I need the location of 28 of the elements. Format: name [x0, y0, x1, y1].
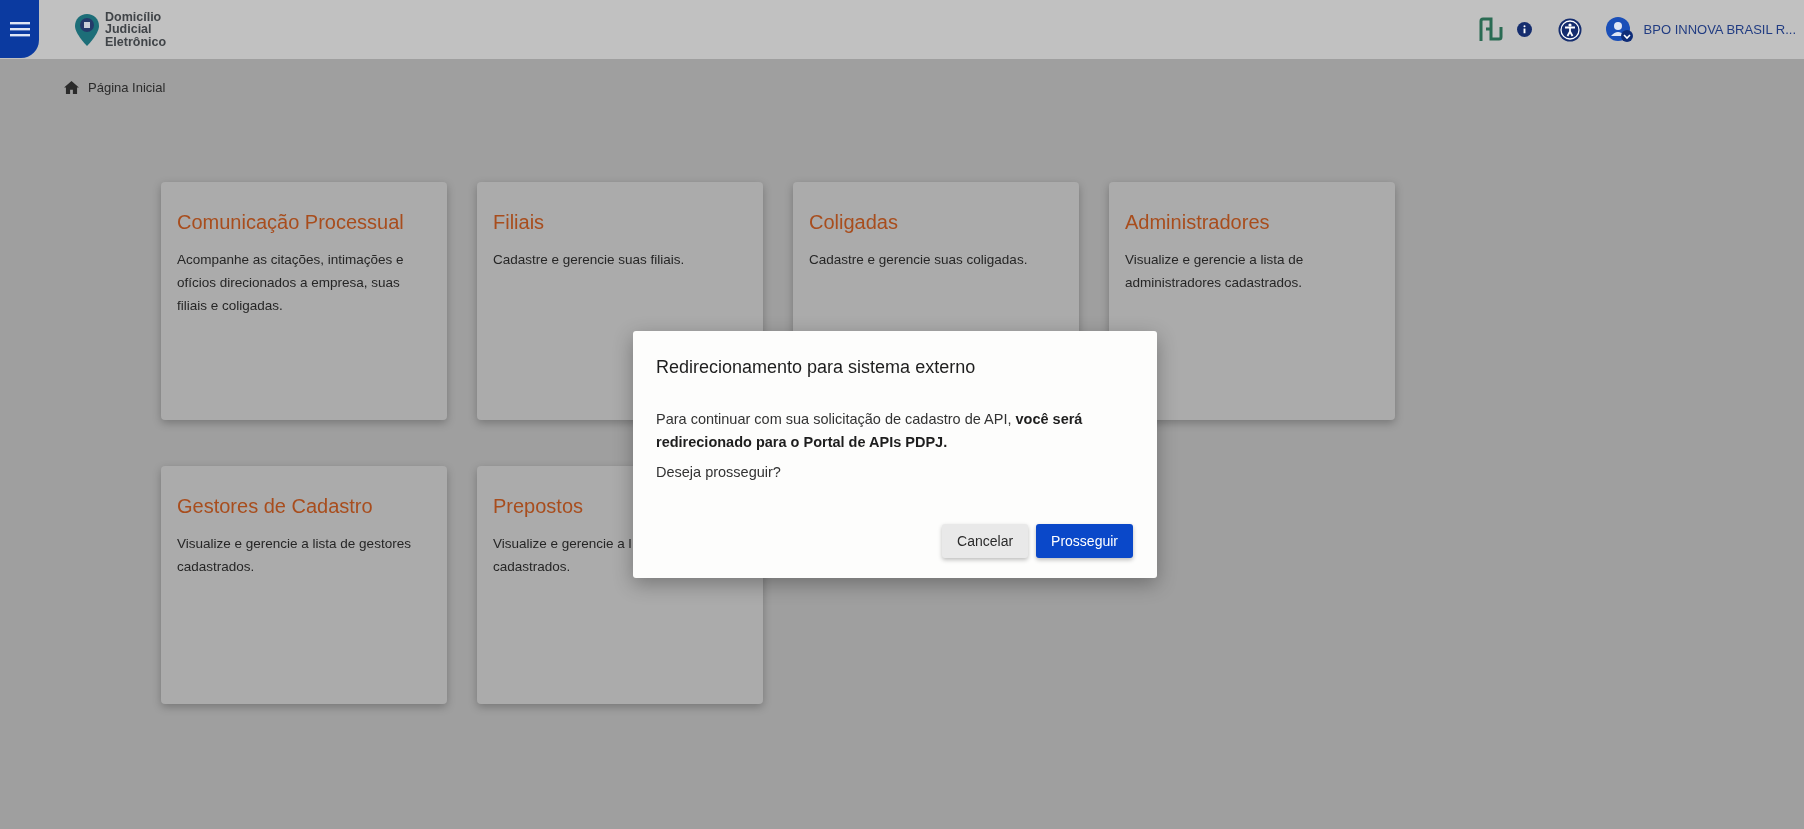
user-name[interactable]: BPO INNOVA BRASIL R...: [1643, 22, 1796, 37]
card-description: Cadastre e gerencie suas filiais.: [493, 251, 685, 269]
card-description: Cadastre e gerencie suas coligadas.: [809, 251, 1028, 269]
info-icon[interactable]: [1516, 22, 1532, 37]
menu-icon: [9, 21, 30, 37]
location-pin-icon: [75, 13, 99, 46]
menu-card[interactable]: Comunicação Processual Acompanhe as citações, intimações e ofícios direcionados a empresa, suas filiais e coligadas.: [161, 182, 447, 420]
card-description: Acompanhe as citações, intimações e ofícios direcionados a empresa, suas filiais e coligadas.: [177, 251, 405, 315]
card-description: Visualize e gerencie a lista de gestores cadastrados.: [177, 535, 412, 576]
logo-text: Domicílio Judicial Eletrônico: [105, 10, 167, 49]
menu-card[interactable]: Gestores de Cadastro Visualize e gerencie a lista de gestores cadastrados.: [161, 466, 447, 704]
card-description: Visualize e gerencie a l cadastrados.: [493, 535, 632, 576]
card-title: Coligadas: [809, 211, 898, 234]
menu-button[interactable]: [0, 0, 39, 58]
card-title: Administradores: [1125, 211, 1270, 234]
card-title: Comunicação Processual: [177, 211, 404, 234]
card-title: Gestores de Cadastro: [177, 495, 373, 518]
cancel-button[interactable]: Cancelar: [942, 524, 1029, 558]
card-title: Prepostos: [493, 495, 584, 518]
accessibility-icon[interactable]: [1557, 17, 1582, 42]
card-title: Filiais: [493, 211, 545, 234]
home-icon: [64, 80, 79, 94]
user-icon[interactable]: [1605, 16, 1634, 43]
proceed-button[interactable]: Prosseguir: [1036, 524, 1133, 558]
breadcrumb-link[interactable]: Página Inicial: [88, 79, 166, 95]
card-description: Visualize e gerencie a lista de administradores cadastrados.: [1125, 251, 1305, 292]
pd-logo-icon: [1478, 16, 1503, 43]
menu-card[interactable]: Administradores Visualize e gerencie a lista de administradores cadastrados.: [1109, 182, 1395, 420]
